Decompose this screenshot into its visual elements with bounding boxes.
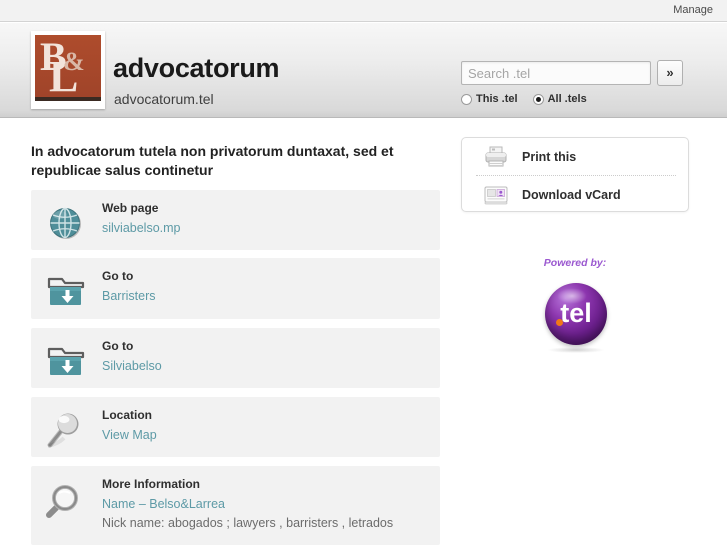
folder-download-icon — [45, 270, 89, 314]
site-header: B & L advocatorum advocatorum.tel » This… — [0, 23, 727, 118]
actions-panel: Print this Download vCard — [461, 137, 689, 212]
print-this-label: Print this — [522, 149, 577, 164]
top-utility-bar: Manage — [0, 0, 727, 22]
tel-logo-badge[interactable]: tel — [545, 283, 607, 345]
card-label: Location — [102, 408, 152, 422]
search-scope-radios: This .tel All .tels — [461, 93, 587, 105]
folder-download-icon — [45, 340, 89, 384]
logo-monogram: B & L — [35, 35, 101, 97]
search-submit-button[interactable]: » — [657, 60, 683, 86]
card-location[interactable]: Location View Map — [31, 397, 440, 457]
card-link[interactable]: Silviabelso — [102, 359, 162, 373]
card-label: More Information — [102, 477, 200, 491]
card-goto-silviabelso[interactable]: Go to Silviabelso — [31, 328, 440, 388]
print-this-action[interactable]: Print this — [462, 138, 690, 175]
site-domain: advocatorum.tel — [114, 91, 214, 107]
magnifier-icon — [45, 478, 89, 522]
radio-this-tel[interactable] — [461, 93, 472, 105]
search-input[interactable] — [461, 61, 651, 85]
download-vcard-action[interactable]: Download vCard — [462, 176, 690, 213]
badge-shadow — [548, 347, 604, 353]
card-label: Go to — [102, 339, 134, 353]
map-pin-icon — [45, 409, 89, 453]
globe-icon — [45, 202, 89, 246]
download-vcard-label: Download vCard — [522, 187, 621, 202]
card-link[interactable]: View Map — [102, 428, 157, 442]
card-link[interactable]: silviabelso.mp — [102, 221, 181, 235]
radio-this-tel-label: This .tel — [476, 93, 518, 105]
card-label: Web page — [102, 201, 159, 215]
card-subvalue: Nick name: abogados ; lawyers , barriste… — [102, 516, 394, 530]
card-link[interactable]: Name – Belso&Larrea — [102, 497, 225, 511]
radio-all-tels[interactable] — [532, 93, 544, 105]
page-heading: In advocatorum tutela non privatorum dun… — [31, 143, 394, 178]
card-link[interactable]: Barristers — [102, 289, 155, 303]
card-goto-barristers[interactable]: Go to Barristers — [31, 258, 440, 319]
badge-text: tel — [560, 298, 592, 328]
manage-link[interactable]: Manage — [673, 4, 713, 16]
site-logo[interactable]: B & L — [31, 31, 105, 109]
vcard-icon — [482, 183, 510, 207]
card-more-information[interactable]: More Information Name – Belso&Larrea Nic… — [31, 466, 440, 545]
card-label: Go to — [102, 269, 134, 283]
logo-base-bar — [35, 97, 101, 101]
radio-all-tels-label: All .tels — [547, 93, 587, 105]
powered-by-label: Powered by: — [543, 257, 607, 269]
logo-letter-l: L — [49, 52, 79, 98]
printer-icon — [482, 145, 510, 169]
card-web-page[interactable]: Web page silviabelso.mp — [31, 190, 440, 250]
page-title: advocatorum — [113, 53, 280, 83]
